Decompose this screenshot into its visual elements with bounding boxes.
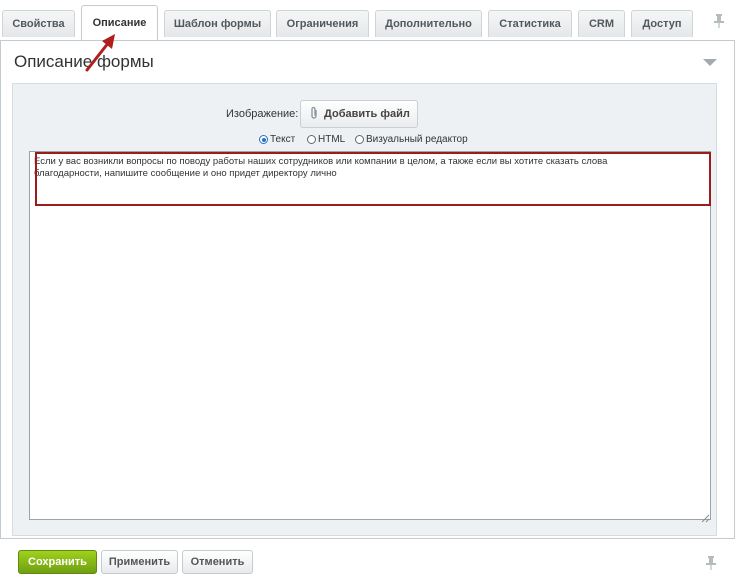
tab-properties[interactable]: Свойства bbox=[2, 10, 75, 37]
radio-visual-editor[interactable]: Визуальный редактор bbox=[355, 134, 468, 145]
radio-html[interactable]: HTML bbox=[307, 134, 345, 145]
highlight-box bbox=[35, 152, 711, 206]
tab-form-template[interactable]: Шаблон формы bbox=[164, 10, 271, 37]
tab-restrictions[interactable]: Ограничения bbox=[276, 10, 369, 37]
save-button[interactable]: Сохранить bbox=[18, 550, 97, 574]
apply-button[interactable]: Применить bbox=[101, 550, 178, 574]
add-file-button[interactable]: Добавить файл bbox=[300, 100, 418, 128]
radio-label: HTML bbox=[318, 134, 346, 145]
radio-label: Текст bbox=[270, 134, 296, 145]
image-label: Изображение: bbox=[226, 108, 299, 120]
paperclip-icon bbox=[309, 106, 319, 123]
add-file-label: Добавить файл bbox=[324, 108, 410, 120]
tab-access[interactable]: Доступ bbox=[631, 10, 693, 37]
pin-icon[interactable] bbox=[705, 555, 717, 576]
cancel-button[interactable]: Отменить bbox=[182, 550, 253, 574]
tab-crm[interactable]: CRM bbox=[578, 10, 625, 37]
pin-icon[interactable] bbox=[713, 13, 725, 34]
tab-additional[interactable]: Дополнительно bbox=[375, 10, 482, 37]
radio-button[interactable] bbox=[259, 135, 268, 144]
collapse-triangle-icon[interactable] bbox=[703, 59, 717, 66]
annotation-arrow-icon bbox=[84, 33, 118, 78]
radio-button[interactable] bbox=[307, 135, 316, 144]
tab-statistics[interactable]: Статистика bbox=[488, 10, 572, 37]
resize-grip-icon[interactable] bbox=[701, 510, 710, 528]
radio-button[interactable] bbox=[355, 135, 364, 144]
description-textarea[interactable] bbox=[29, 151, 711, 520]
radio-text[interactable]: Текст bbox=[259, 134, 295, 145]
radio-label: Визуальный редактор bbox=[366, 134, 468, 145]
